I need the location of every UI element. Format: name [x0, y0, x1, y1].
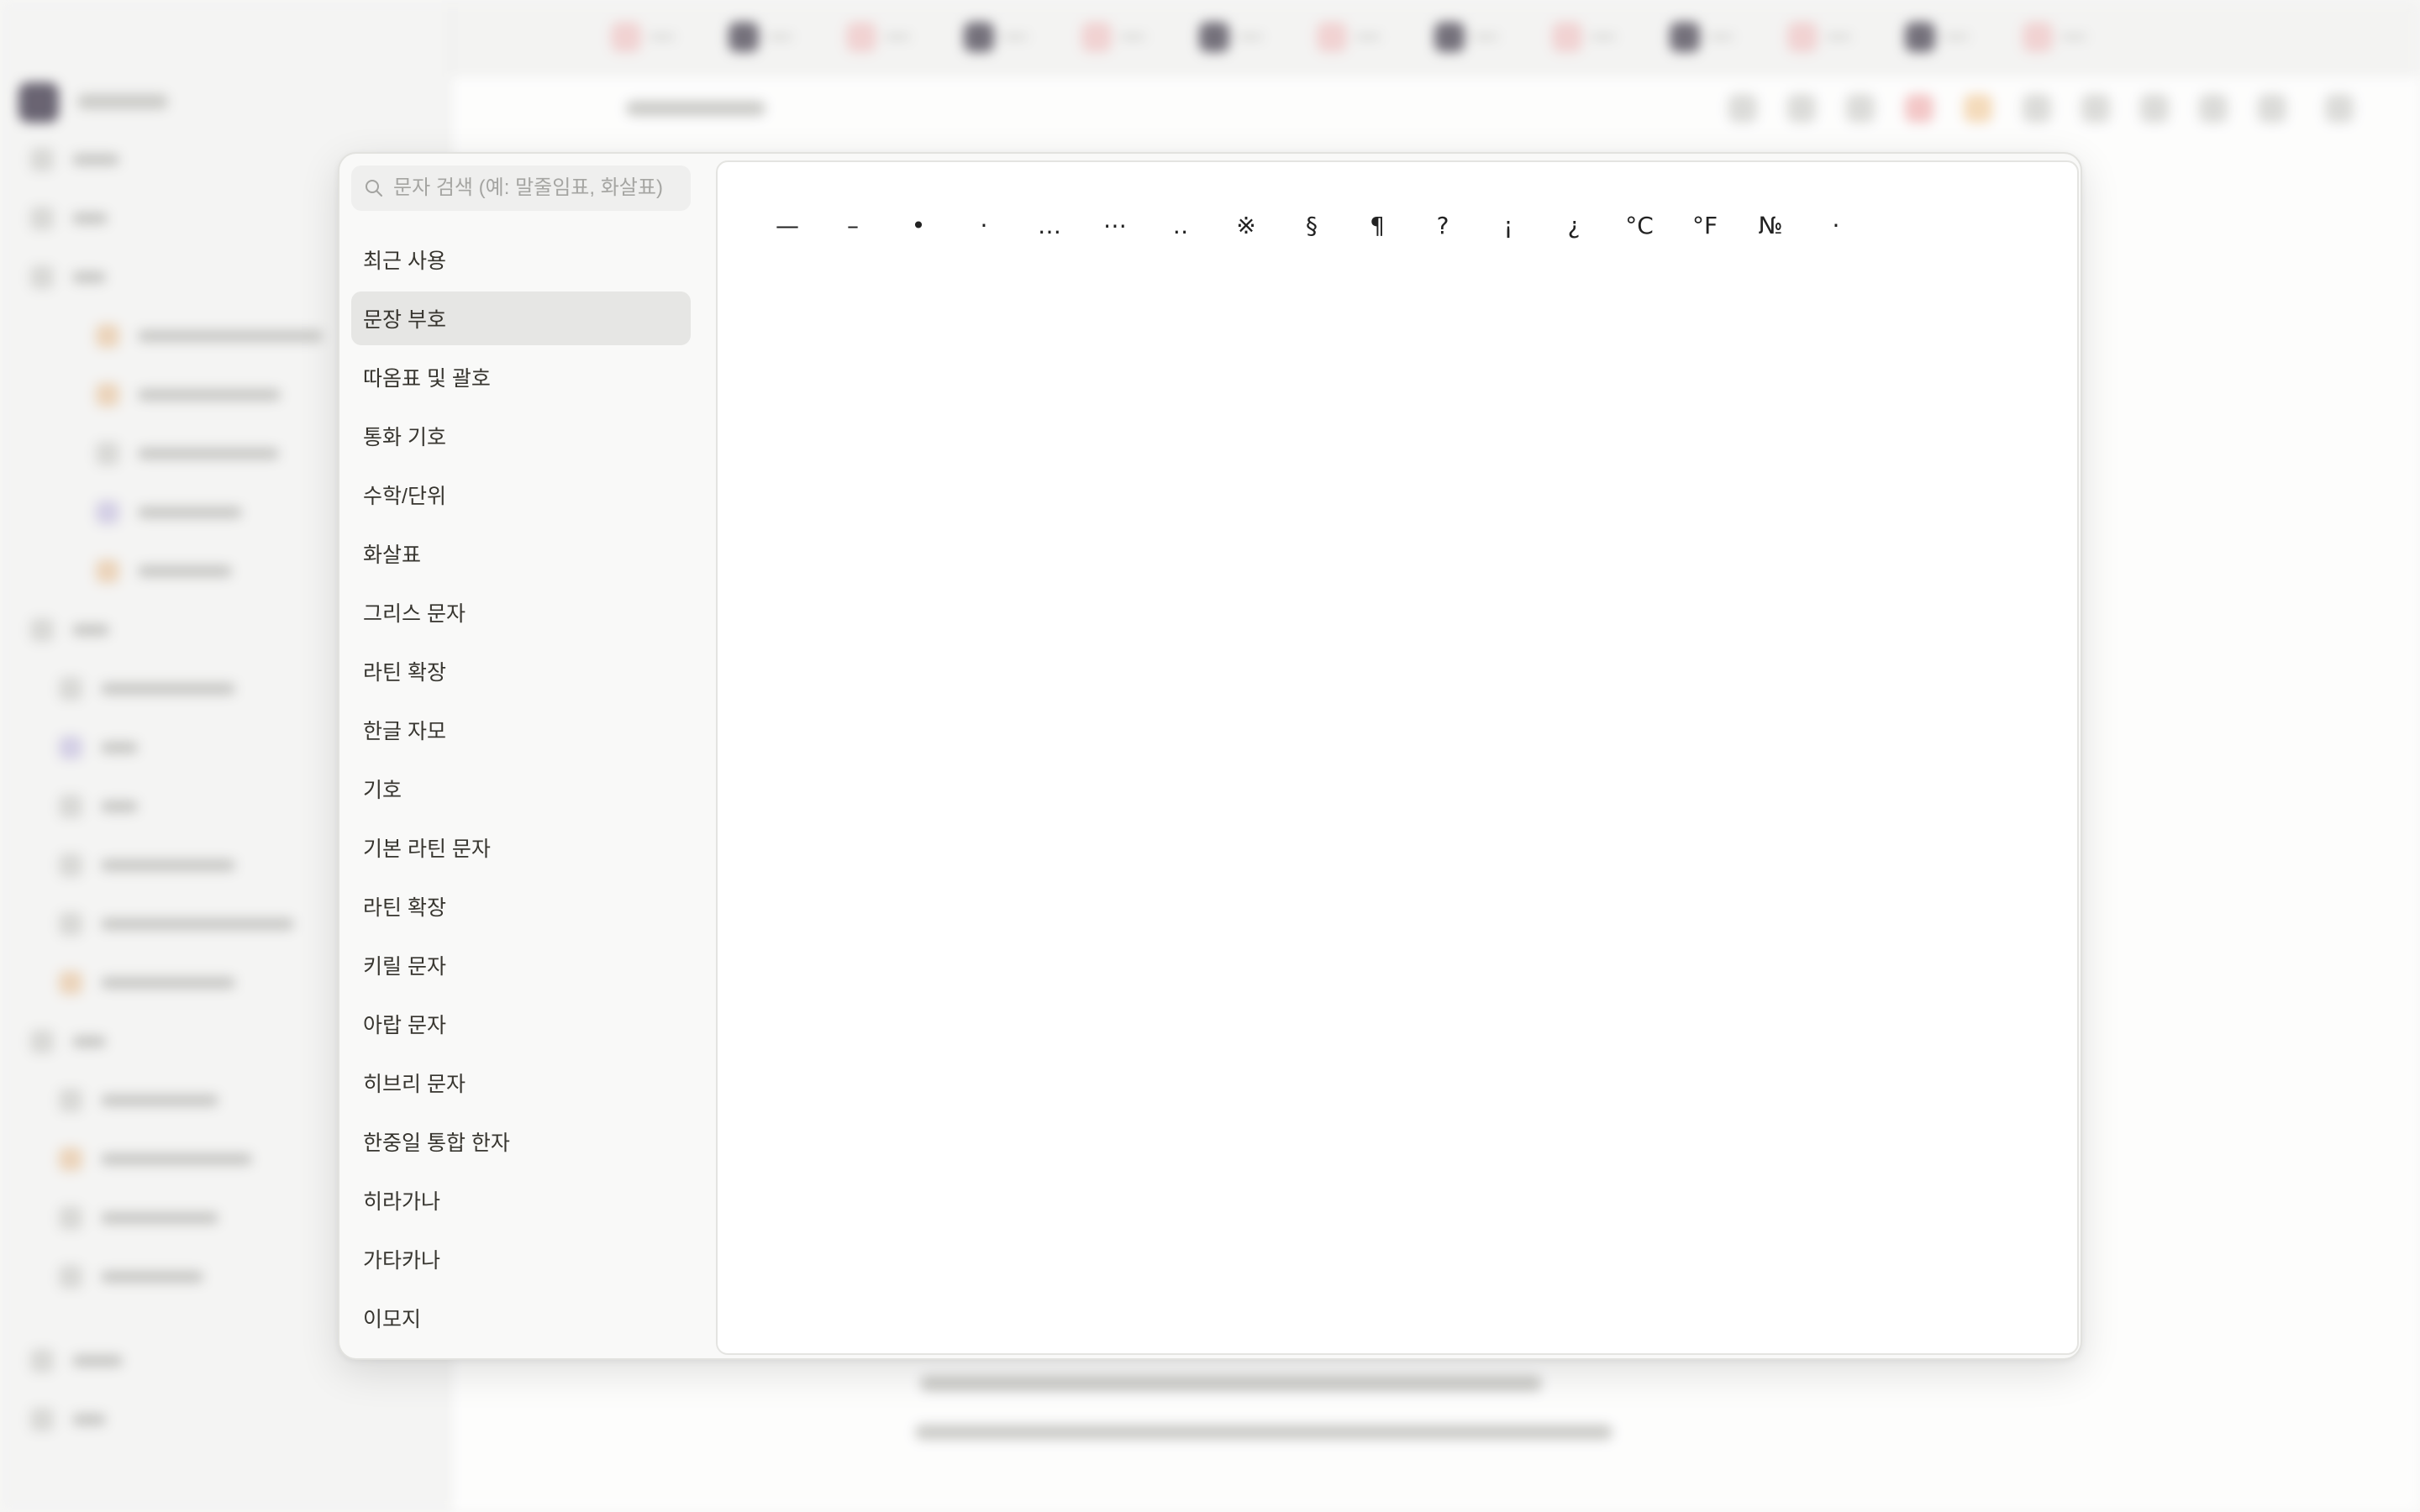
category-item[interactable]: 한글 자모 [351, 703, 691, 757]
character-cell[interactable]: – [820, 196, 886, 255]
toolbar-icon [1905, 94, 1933, 123]
search-input[interactable] [393, 176, 687, 200]
character-cell[interactable]: … [1017, 196, 1082, 255]
character-cell[interactable]: ※ [1213, 196, 1279, 255]
sidebar-item [59, 677, 235, 701]
toolbar-icon [2023, 94, 2051, 123]
category-item[interactable]: 아랍 문자 [351, 997, 691, 1051]
category-item[interactable]: 기호 [351, 762, 691, 816]
sidebar-item [59, 1147, 252, 1171]
character-cell[interactable]: · [1803, 196, 1869, 255]
toolbar-icon [2199, 94, 2228, 123]
sidebar-item [96, 501, 242, 524]
character-cell[interactable]: ¡ [1476, 196, 1541, 255]
category-item[interactable]: 히라가나 [351, 1173, 691, 1227]
sidebar-item [96, 324, 323, 348]
tab-placeholder [1787, 18, 1871, 55]
toolbar-icon [1846, 94, 1875, 123]
tab-placeholder [2023, 18, 2107, 55]
tab-placeholder [611, 18, 695, 55]
character-cell[interactable]: ⋯ [1082, 196, 1148, 255]
category-item[interactable]: 기본 라틴 문자 [351, 821, 691, 874]
toolbar-icon [1787, 94, 1816, 123]
character-cell[interactable]: ? [1410, 196, 1476, 255]
toolbar-icon [1964, 94, 1992, 123]
character-cell[interactable]: • [886, 196, 951, 255]
sidebar-item [30, 265, 106, 289]
category-item[interactable]: 문장 부호 [351, 291, 691, 345]
character-cell[interactable]: § [1279, 196, 1344, 255]
tab-placeholder [1317, 18, 1401, 55]
character-cell[interactable]: ¶ [1344, 196, 1410, 255]
character-grid: — – • ·… ⋯ ‥ ※ § ¶? ¡ ¿ °C °F № · [755, 196, 1869, 255]
sidebar-item [30, 148, 119, 171]
category-item[interactable]: 라틴 확장 [351, 644, 691, 698]
search-icon [365, 179, 383, 197]
tab-placeholder [1199, 18, 1283, 55]
category-item[interactable]: 이모지 [351, 1291, 691, 1345]
character-cell[interactable]: № [1738, 196, 1803, 255]
category-item[interactable]: 통화 기호 [351, 409, 691, 463]
workspace-name-placeholder [77, 94, 168, 109]
category-item[interactable]: 수학/단위 [351, 468, 691, 522]
sidebar-item [59, 736, 138, 759]
sidebar-item [30, 207, 108, 230]
background-tabbar [451, 0, 2420, 76]
character-picker-dialog: 최근 사용문장 부호따옴표 및 괄호통화 기호수학/단위화살표그리스 문자라틴 … [338, 152, 2082, 1360]
sidebar-item [96, 559, 232, 583]
sidebar-item [30, 1408, 106, 1431]
sidebar-item [96, 442, 279, 465]
sidebar-item [30, 1030, 106, 1053]
character-cell[interactable]: ‥ [1148, 196, 1213, 255]
sidebar-item [30, 1349, 123, 1373]
category-item[interactable]: 키릴 문자 [351, 938, 691, 992]
category-item[interactable]: 라틴 확장 [351, 879, 691, 933]
category-item[interactable]: 한중일 통합 한자 [351, 1115, 691, 1168]
category-item[interactable]: 히브리 문자 [351, 1056, 691, 1110]
category-item[interactable]: 그리스 문자 [351, 585, 691, 639]
category-item[interactable]: 화살표 [351, 527, 691, 580]
toolbar-icon [1728, 94, 1757, 123]
sidebar-item [59, 1089, 218, 1112]
category-list: 최근 사용 문장 부호 따옴표 및 괄호 통화 기호 수학/단위 화살표 그리스 문자 라틴 … [351, 233, 691, 1350]
breadcrumb-placeholder [626, 101, 765, 116]
toolbar-icon [2258, 94, 2286, 123]
sidebar-item [96, 383, 281, 407]
toolbar-icon [2325, 94, 2354, 123]
search-box[interactable] [351, 165, 691, 211]
sidebar-item [59, 853, 235, 877]
category-item[interactable]: 가타카나 [351, 1232, 691, 1286]
sidebar-item [59, 971, 235, 995]
toolbar-icon [2081, 94, 2110, 123]
sidebar-item [30, 618, 109, 642]
sidebar-item [59, 1265, 203, 1289]
tab-placeholder [1552, 18, 1636, 55]
category-item[interactable]: 최근 사용 [351, 233, 691, 286]
character-cell[interactable]: · [951, 196, 1017, 255]
sidebar-item [59, 1206, 218, 1230]
tab-placeholder [964, 18, 1048, 55]
sidebar-item [59, 912, 294, 936]
character-grid-panel: — – • ·… ⋯ ‥ ※ § ¶? ¡ ¿ °C °F № · [716, 160, 2079, 1355]
tab-placeholder [1081, 18, 1165, 55]
character-cell[interactable]: ¿ [1541, 196, 1607, 255]
tab-placeholder [846, 18, 930, 55]
editor-line-placeholder [920, 1376, 1542, 1391]
workspace-avatar [18, 82, 59, 123]
character-cell[interactable]: °F [1672, 196, 1738, 255]
character-cell[interactable]: °C [1607, 196, 1672, 255]
character-cell[interactable]: — [755, 196, 820, 255]
toolbar-icon [2140, 94, 2169, 123]
sidebar-item [59, 795, 138, 818]
tab-placeholder [1905, 18, 1989, 55]
tab-placeholder [729, 18, 813, 55]
tab-placeholder [1670, 18, 1754, 55]
tab-placeholder [1434, 18, 1518, 55]
editor-line-placeholder [915, 1425, 1612, 1440]
category-item[interactable]: 따옴표 및 괄호 [351, 350, 691, 404]
